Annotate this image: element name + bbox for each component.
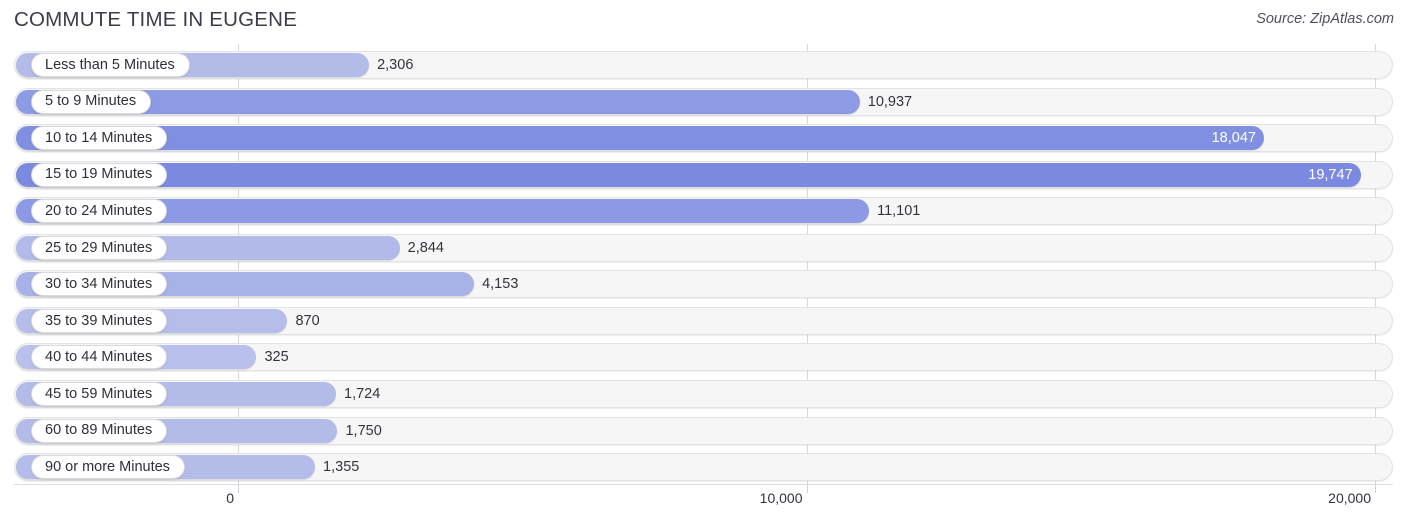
bar-category-label: 15 to 19 Minutes	[45, 166, 153, 183]
bar-value-label: 1,750	[345, 422, 382, 439]
bar-row[interactable]: 40 to 44 Minutes 325	[14, 343, 1393, 372]
bar-category-label: 20 to 24 Minutes	[45, 202, 153, 219]
chart-header: COMMUTE TIME IN EUGENE Source: ZipAtlas.…	[0, 0, 1406, 44]
bar-category-pill: 30 to 34 Minutes	[31, 272, 168, 297]
bar-category-pill: 35 to 39 Minutes	[31, 308, 168, 333]
bar-value-label: 11,101	[877, 203, 921, 220]
bar-row[interactable]: 35 to 39 Minutes 870	[14, 306, 1393, 335]
bar-category-pill: 40 to 44 Minutes	[31, 345, 168, 370]
bar-rows: Less than 5 Minutes 2,306 5 to 9 Minutes 10…	[0, 44, 1406, 484]
bar-category-pill: 90 or more Minutes	[31, 455, 185, 480]
bar-category-label: 10 to 14 Minutes	[45, 129, 153, 146]
bar-row[interactable]: 15 to 19 Minutes 19,747	[14, 160, 1393, 189]
bar-category-pill: 25 to 29 Minutes	[31, 235, 168, 260]
axis-tick-label: 10,000	[759, 490, 803, 506]
bar-row[interactable]: 30 to 34 Minutes 4,153	[14, 270, 1393, 299]
bar-row[interactable]: 25 to 29 Minutes 2,844	[14, 233, 1393, 262]
bar-value-label: 1,355	[323, 459, 360, 476]
bar-category-label: Less than 5 Minutes	[45, 56, 175, 73]
bar-category-pill: 20 to 24 Minutes	[31, 199, 168, 224]
axis-tick-label: 20,000	[1328, 490, 1371, 506]
axis-tick-mark	[1375, 484, 1376, 493]
axis-tick-mark	[238, 484, 239, 493]
bar-category-label: 45 to 59 Minutes	[45, 385, 153, 402]
bar-value-label: 1,724	[344, 385, 381, 402]
bar-value-label: 2,844	[407, 239, 444, 256]
page-title: COMMUTE TIME IN EUGENE	[14, 8, 298, 31]
bar-category-label: 25 to 29 Minutes	[45, 239, 153, 256]
axis-line	[14, 484, 1393, 485]
bar-category-pill: 60 to 89 Minutes	[31, 418, 168, 443]
bar-category-label: 35 to 39 Minutes	[45, 312, 153, 329]
bar-category-pill: 15 to 19 Minutes	[31, 162, 168, 187]
bar-category-pill: Less than 5 Minutes	[31, 53, 190, 77]
bar-category-label: 60 to 89 Minutes	[45, 422, 153, 439]
bar-category-pill: 5 to 9 Minutes	[31, 89, 152, 114]
bar-fill	[16, 126, 1264, 151]
bar-value-label: 325	[264, 349, 289, 366]
bar-row[interactable]: 10 to 14 Minutes 18,047	[14, 124, 1393, 153]
axis-tick-label: 0	[226, 490, 234, 506]
axis-tick-mark	[806, 484, 808, 493]
bar-fill	[16, 162, 1361, 187]
bar-value-label: 18,047	[1211, 130, 1256, 147]
bar-row[interactable]: 45 to 59 Minutes 1,724	[14, 379, 1393, 408]
bar-row[interactable]: 20 to 24 Minutes 11,101	[14, 197, 1393, 226]
bar-value-label: 4,153	[482, 276, 519, 293]
bar-row[interactable]: 90 or more Minutes 1,355	[14, 453, 1393, 482]
bar-category-label: 5 to 9 Minutes	[45, 93, 137, 110]
bar-category-pill: 45 to 59 Minutes	[31, 381, 168, 406]
bar-row[interactable]: Less than 5 Minutes 2,306	[14, 51, 1393, 79]
chart-plot-area: Less than 5 Minutes 2,306 5 to 9 Minutes 10…	[0, 44, 1406, 484]
bar-category-pill: 10 to 14 Minutes	[31, 126, 168, 151]
bar-category-label: 40 to 44 Minutes	[45, 349, 153, 366]
x-axis: 0 10,000 20,000	[0, 484, 1406, 522]
bar-category-label: 30 to 34 Minutes	[45, 276, 153, 293]
bar-value-label: 870	[295, 312, 320, 329]
bar-row[interactable]: 5 to 9 Minutes 10,937	[14, 87, 1393, 116]
bar-category-label: 90 or more Minutes	[45, 458, 170, 475]
bar-value-label: 10,937	[867, 93, 913, 110]
source-attribution: Source: ZipAtlas.com	[1256, 11, 1394, 27]
bar-value-label: 2,306	[377, 57, 414, 73]
bar-value-label: 19,747	[1308, 166, 1353, 183]
bar-row[interactable]: 60 to 89 Minutes 1,750	[14, 416, 1393, 445]
